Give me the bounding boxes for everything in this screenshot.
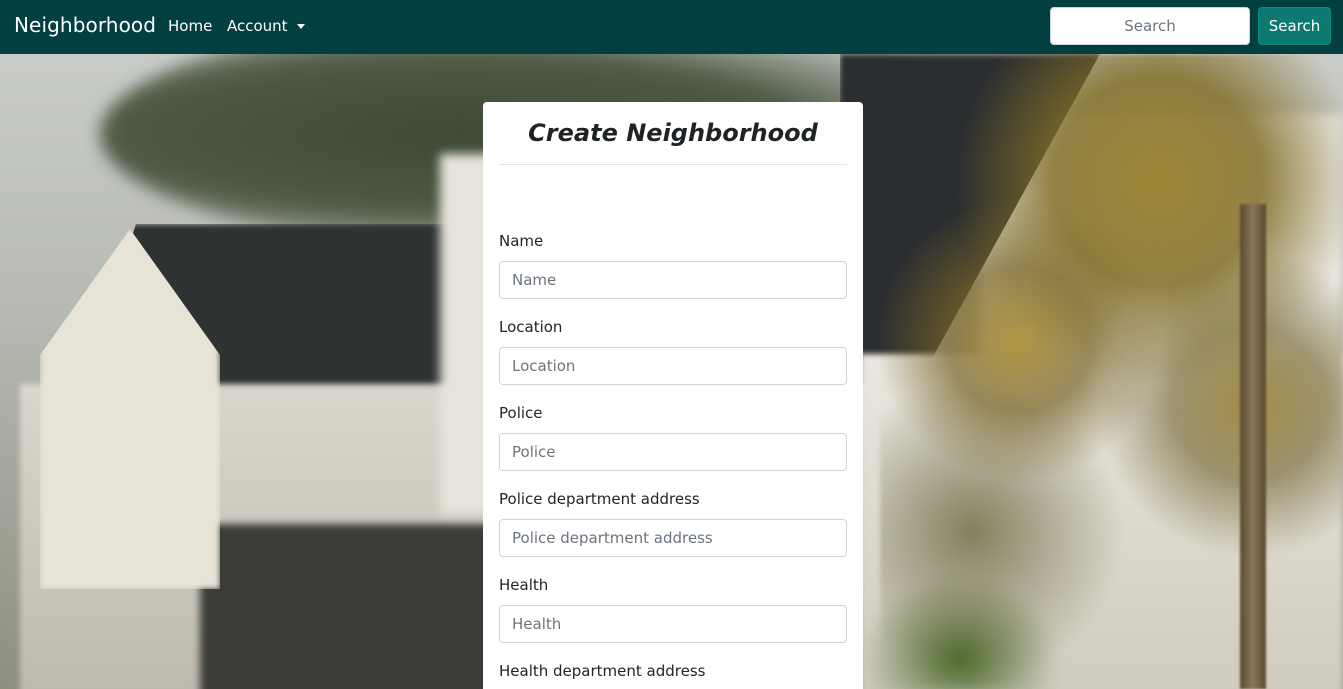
police-address-label: Police department address: [499, 490, 700, 508]
page-title: Create Neighborhood: [528, 119, 818, 147]
tree-foliage: [880, 54, 1343, 689]
health-input[interactable]: [499, 605, 847, 643]
nav-account-dropdown[interactable]: Account: [227, 17, 305, 35]
search-input[interactable]: [1050, 7, 1250, 45]
name-input[interactable]: [499, 261, 847, 299]
health-address-label: Health department address: [499, 662, 706, 680]
name-label: Name: [499, 232, 544, 250]
title-divider: [499, 164, 847, 165]
create-neighborhood-card: Create Neighborhood Name Location Police…: [483, 102, 863, 689]
nav-account-label: Account: [227, 17, 288, 35]
navbar: Neighborhood Home Account Search: [0, 0, 1343, 54]
police-address-input[interactable]: [499, 519, 847, 557]
police-input[interactable]: [499, 433, 847, 471]
police-label: Police: [499, 404, 543, 422]
tree-trunk: [1240, 204, 1266, 689]
location-input[interactable]: [499, 347, 847, 385]
health-label: Health: [499, 576, 549, 594]
caret-down-icon: [296, 24, 305, 29]
house-left-shadow: [200, 524, 500, 689]
search-button[interactable]: Search: [1258, 7, 1331, 45]
nav-home-link[interactable]: Home: [168, 17, 212, 35]
brand-link[interactable]: Neighborhood: [14, 13, 156, 37]
location-label: Location: [499, 318, 563, 336]
